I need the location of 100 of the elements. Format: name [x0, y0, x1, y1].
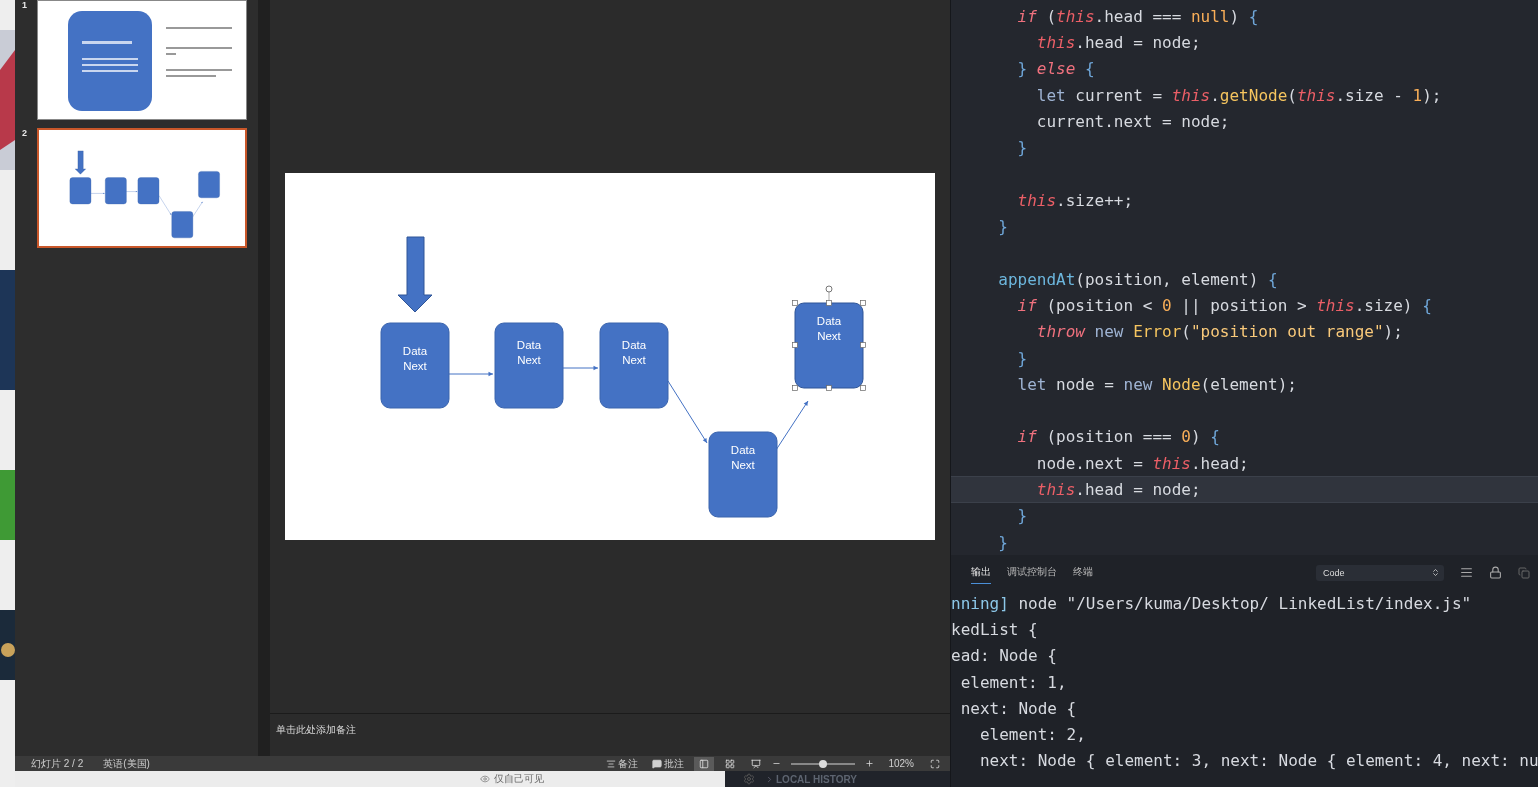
comments-button[interactable]: 批注: [648, 756, 689, 771]
visibility-label: 仅自己可见: [494, 772, 544, 786]
connector-arrow: [448, 371, 494, 377]
code-text: .head ===: [1094, 6, 1183, 26]
panel-tab[interactable]: 终端: [1073, 561, 1093, 584]
selection-handles[interactable]: [792, 285, 866, 391]
slide-number: 2: [22, 128, 28, 138]
code-text: );: [1383, 322, 1403, 342]
code-text: getNode: [1219, 85, 1288, 105]
panel-tab[interactable]: 调试控制台: [1007, 561, 1057, 584]
lines-icon: [606, 758, 617, 769]
code-text: node =: [1055, 374, 1115, 394]
code-text: {: [1083, 59, 1095, 79]
code-text: this: [1152, 453, 1191, 473]
code-text: .head = node;: [1075, 480, 1201, 499]
code-text: this: [1035, 32, 1076, 52]
list-icon[interactable]: [1460, 566, 1473, 579]
zoom-in-button[interactable]: [865, 759, 875, 768]
code-text: next: Node {: [959, 698, 1077, 718]
code-text: current.next = node;: [1035, 111, 1230, 131]
code-text: }: [1016, 59, 1028, 79]
plus-icon: [865, 759, 875, 768]
eye-icon: [480, 774, 490, 784]
code-text: element: 1,: [959, 672, 1067, 692]
view-button[interactable]: [694, 756, 715, 771]
code-text: this: [1035, 480, 1076, 499]
code-text: this: [1316, 295, 1355, 315]
code-text: .size -: [1335, 85, 1404, 105]
code-text: this: [1016, 190, 1057, 210]
notes-placeholder[interactable]: 单击此处添加备注: [276, 724, 356, 735]
code-text: else: [1035, 59, 1076, 79]
connector-arrow: [667, 380, 708, 444]
code-text: Error: [1132, 322, 1182, 342]
lock-icon[interactable]: [1489, 566, 1502, 579]
code-text: nning]: [951, 593, 1009, 613]
code-text: );: [1422, 85, 1442, 105]
code-text: 0: [1162, 295, 1172, 315]
code-text: }: [1016, 138, 1028, 158]
code-text: node "/Users/kuma/Desktop/ LinkedList/index.js": [1017, 593, 1472, 613]
code-text: throw: [1035, 322, 1085, 342]
code-text: (: [1181, 322, 1191, 342]
connector-arrow: [561, 365, 599, 371]
panel-tab[interactable]: 输出: [971, 561, 991, 584]
code-text: 0: [1181, 427, 1191, 447]
code-text: || position >: [1180, 295, 1308, 315]
code-text: {: [1268, 269, 1278, 289]
code-text: if: [1016, 6, 1037, 26]
code-text: .head;: [1190, 453, 1249, 473]
slide-thumbnail[interactable]: [37, 0, 247, 120]
slide-thumbnail[interactable]: [37, 128, 247, 248]
code-text: (element);: [1200, 374, 1297, 394]
code-text: {: [1422, 295, 1432, 315]
language-label[interactable]: 英语(美国): [103, 756, 150, 771]
code-text: new: [1093, 322, 1124, 342]
code-text: this: [1056, 6, 1095, 26]
process-box[interactable]: Data Next: [794, 302, 864, 389]
process-box[interactable]: Data Next: [708, 431, 778, 518]
code-editor[interactable]: [951, 0, 1538, 555]
code-text: ): [1190, 427, 1202, 447]
zoom-slider[interactable]: [791, 762, 856, 765]
code-text: ): [1229, 6, 1241, 26]
code-text: .: [1210, 85, 1220, 105]
code-text: null: [1190, 6, 1230, 26]
code-text: Node: [1161, 374, 1201, 394]
code-text: .size): [1354, 295, 1414, 315]
code-text: (: [1287, 85, 1297, 105]
code-text: next: Node { element: 3, next: Node { element: 4, next: nu: [978, 751, 1538, 771]
process-box[interactable]: Data Next: [494, 322, 564, 409]
code-text: (position ===: [1045, 427, 1173, 447]
slide-counter: 幻灯片 2 / 2: [31, 756, 84, 771]
slider-thumb[interactable]: [819, 759, 828, 768]
code-text: kedList {: [951, 619, 1038, 639]
slide-number: 1: [22, 0, 28, 10]
code-text: }: [1016, 348, 1028, 368]
code-text: .size++;: [1056, 190, 1134, 210]
code-text: (position, element): [1075, 269, 1260, 289]
zoom-percentage: 102%: [888, 758, 914, 769]
code-text: this: [1171, 85, 1211, 105]
code-text: if: [1016, 295, 1037, 315]
code-text: ead: Node {: [951, 646, 1057, 666]
process-box[interactable]: Data Next: [599, 322, 669, 409]
updown-icon: [1431, 568, 1440, 577]
code-text: appendAt: [997, 269, 1076, 289]
code-text: element: 2,: [978, 725, 1086, 745]
code-text: 1: [1412, 85, 1423, 105]
comment-icon: [652, 758, 663, 769]
code-text: current =: [1074, 85, 1164, 105]
output-channel-select[interactable]: Code: [1316, 564, 1444, 581]
fit-window-icon[interactable]: [930, 758, 940, 769]
code-text: new: [1123, 374, 1153, 394]
code-text: }: [997, 532, 1008, 552]
process-box[interactable]: Data Next: [380, 322, 450, 409]
code-text: (position <: [1045, 295, 1154, 315]
code-text: let: [1035, 85, 1066, 105]
notes-button[interactable]: 备注: [602, 756, 643, 771]
code-text: .head = node;: [1075, 32, 1201, 52]
code-text: "position out range": [1190, 322, 1384, 342]
code-text: if: [1016, 427, 1037, 447]
code-text: }: [1016, 506, 1028, 526]
code-text: this: [1296, 85, 1336, 105]
